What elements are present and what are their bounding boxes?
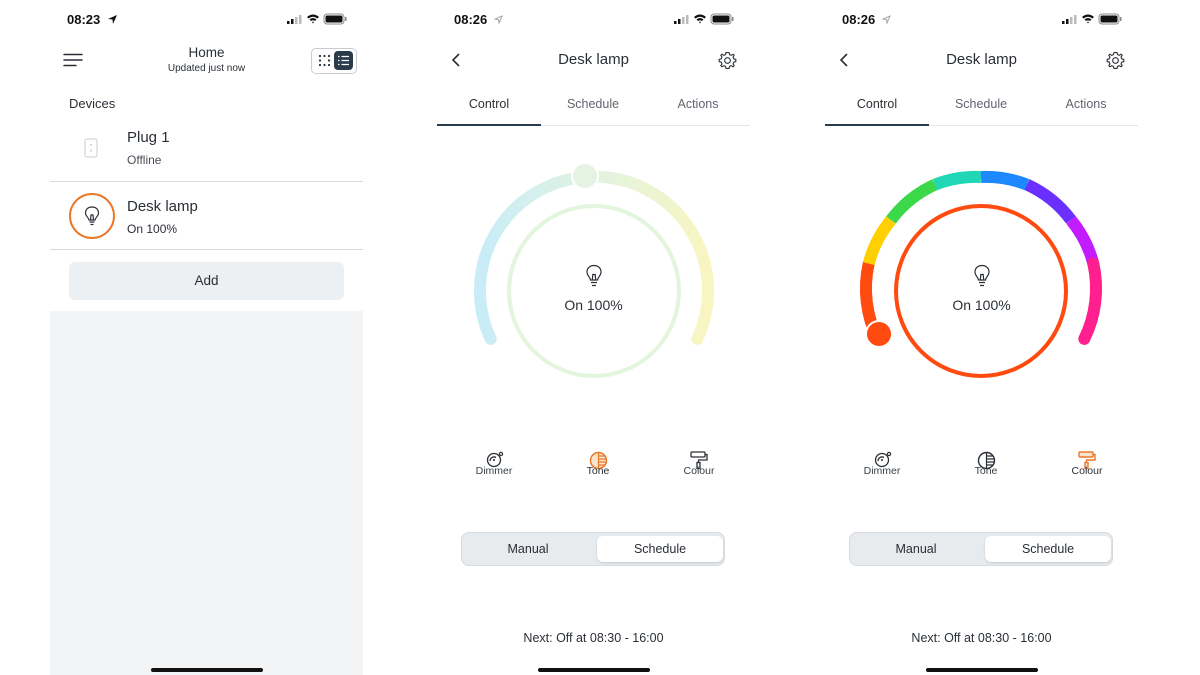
device-name: Desk lamp	[127, 198, 198, 215]
status-icons	[1062, 13, 1124, 28]
mode-label: Colour	[683, 465, 715, 477]
tone-slider-handle[interactable]	[571, 162, 599, 190]
mode-label: Dimmer	[475, 465, 513, 477]
status-time: 08:26	[454, 12, 488, 27]
mode-colour[interactable]: Colour	[1052, 448, 1122, 488]
next-schedule-text: Next: Off at 08:30 - 16:00	[523, 631, 664, 645]
tab-actions[interactable]: Actions	[1034, 97, 1138, 111]
list-view-icon	[338, 55, 349, 66]
mode-label: Tone	[974, 465, 998, 477]
colour-slider-handle[interactable]	[865, 320, 893, 348]
status-bar: 08:26	[437, 12, 750, 28]
tab-control[interactable]: Control	[825, 97, 929, 111]
status-time: 08:23	[67, 12, 101, 27]
bulb-icon	[974, 264, 990, 287]
signal-wifi-battery-icon	[674, 13, 734, 25]
mode-colour[interactable]: Colour	[664, 448, 734, 488]
device-icon-circle	[69, 193, 115, 239]
segment-manual[interactable]: Manual	[465, 536, 591, 562]
segment-manual[interactable]: Manual	[853, 536, 979, 562]
segment-schedule[interactable]: Schedule	[597, 536, 723, 562]
tab-schedule[interactable]: Schedule	[541, 97, 645, 111]
location-arrow-icon	[882, 15, 891, 24]
device-status: On 100%	[127, 222, 178, 236]
plug-icon	[84, 138, 98, 158]
status-bar: 08:26	[825, 12, 1138, 28]
page-title: Desk lamp	[946, 51, 1017, 68]
signal-wifi-battery-icon	[287, 13, 347, 25]
mode-label: Dimmer	[863, 465, 901, 477]
lamp-control-colour-screen: 08:26 Desk lamp Control Schedule Actions	[825, 0, 1138, 675]
mode-tone[interactable]: Tone	[563, 448, 633, 488]
bulb-icon	[84, 206, 100, 226]
signal-wifi-battery-icon	[1062, 13, 1122, 25]
add-button[interactable]: Add	[69, 262, 344, 300]
lamp-control-tone-screen: 08:26 Desk lamp Control Schedule Actions…	[437, 0, 750, 675]
segment-schedule[interactable]: Schedule	[985, 536, 1111, 562]
active-tab-indicator	[825, 124, 929, 126]
empty-area	[50, 311, 363, 675]
home-indicator	[925, 668, 1038, 672]
gear-icon[interactable]	[1106, 51, 1125, 70]
status-time: 08:26	[842, 12, 876, 27]
devices-section-label: Devices	[69, 96, 116, 111]
device-row-desk-lamp[interactable]: Desk lamp On 100%	[50, 182, 363, 249]
gear-icon[interactable]	[718, 51, 737, 70]
active-tab-indicator	[437, 124, 541, 126]
view-toggle[interactable]	[311, 48, 357, 74]
mode-label: Colour	[1071, 465, 1103, 477]
tab-actions[interactable]: Actions	[646, 97, 750, 111]
dial-status: On 100%	[952, 297, 1011, 313]
dial-status: On 100%	[564, 297, 623, 313]
manual-schedule-toggle[interactable]: Manual Schedule	[849, 532, 1113, 566]
home-indicator	[537, 668, 650, 672]
manual-schedule-toggle[interactable]: Manual Schedule	[461, 532, 725, 566]
brightness-ring	[894, 204, 1068, 378]
location-arrow-icon	[494, 15, 503, 24]
list-view-button[interactable]	[334, 51, 353, 70]
brightness-ring	[507, 204, 681, 378]
tab-schedule[interactable]: Schedule	[929, 97, 1033, 111]
next-schedule-text: Next: Off at 08:30 - 16:00	[911, 631, 1052, 645]
status-bar: 08:23	[50, 12, 363, 28]
grid-view-icon[interactable]	[318, 54, 331, 67]
mode-label: Tone	[586, 465, 610, 477]
mode-dimmer[interactable]: Dimmer	[847, 448, 917, 488]
bulb-icon	[586, 264, 602, 287]
device-row-plug[interactable]: Plug 1 Offline	[50, 116, 363, 182]
home-indicator	[150, 668, 263, 672]
mode-dimmer[interactable]: Dimmer	[459, 448, 529, 488]
status-icons	[287, 13, 349, 28]
tab-control[interactable]: Control	[437, 97, 541, 111]
status-icons	[674, 13, 736, 28]
mode-tone[interactable]: Tone	[951, 448, 1021, 488]
page-title: Desk lamp	[558, 51, 629, 68]
location-arrow-icon	[108, 15, 117, 24]
divider	[50, 249, 363, 250]
device-name: Plug 1	[127, 129, 170, 146]
device-status: Offline	[127, 153, 162, 167]
home-screen: 08:23 Home Updated just now Devices Plug…	[50, 0, 363, 675]
